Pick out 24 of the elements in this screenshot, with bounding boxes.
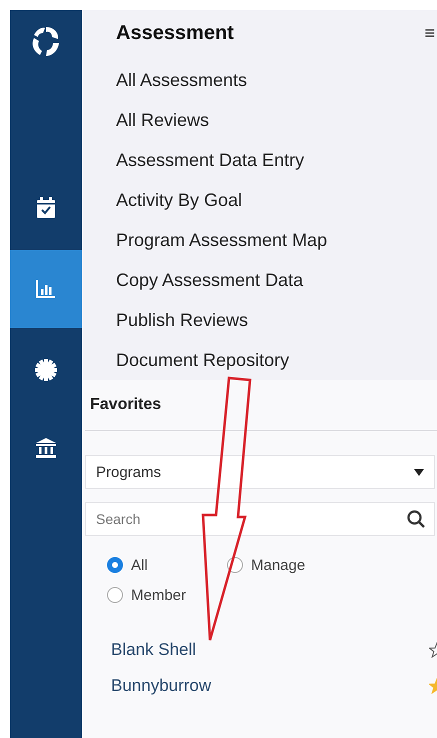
menu-link[interactable]: Program Assessment Map xyxy=(116,220,437,260)
favorites-heading: Favorites xyxy=(89,395,162,415)
menu-link[interactable]: All Reviews xyxy=(116,100,437,140)
menu-toggle[interactable]: ≡ xyxy=(424,24,437,42)
menu-link[interactable]: Publish Reviews xyxy=(116,300,437,340)
menu-link[interactable]: Document Repository xyxy=(116,340,437,380)
bank-icon xyxy=(36,438,56,458)
search-icon xyxy=(407,510,425,528)
search-field[interactable]: Search xyxy=(85,502,435,536)
menu-link[interactable]: Assessment Data Entry xyxy=(116,140,437,180)
gear-icon xyxy=(35,359,57,381)
filter-radio[interactable]: All xyxy=(107,556,227,574)
program-link[interactable]: Bunnyburrow xyxy=(111,676,212,696)
program-link[interactable]: Blank Shell xyxy=(111,640,196,660)
calendar-icon xyxy=(36,197,56,219)
menu-title: Assessment xyxy=(116,22,234,44)
menu-link[interactable]: Copy Assessment Data xyxy=(116,260,437,300)
bar-chart-icon xyxy=(36,280,56,298)
menu-link[interactable]: All Assessments xyxy=(116,60,437,100)
caret-icon xyxy=(414,468,424,476)
filter-radio[interactable]: Manage xyxy=(227,556,347,574)
filter-radio[interactable]: Member xyxy=(107,586,227,604)
menu-link[interactable]: Activity By Goal xyxy=(116,180,437,220)
program-dropdown[interactable]: Programs xyxy=(85,455,435,489)
